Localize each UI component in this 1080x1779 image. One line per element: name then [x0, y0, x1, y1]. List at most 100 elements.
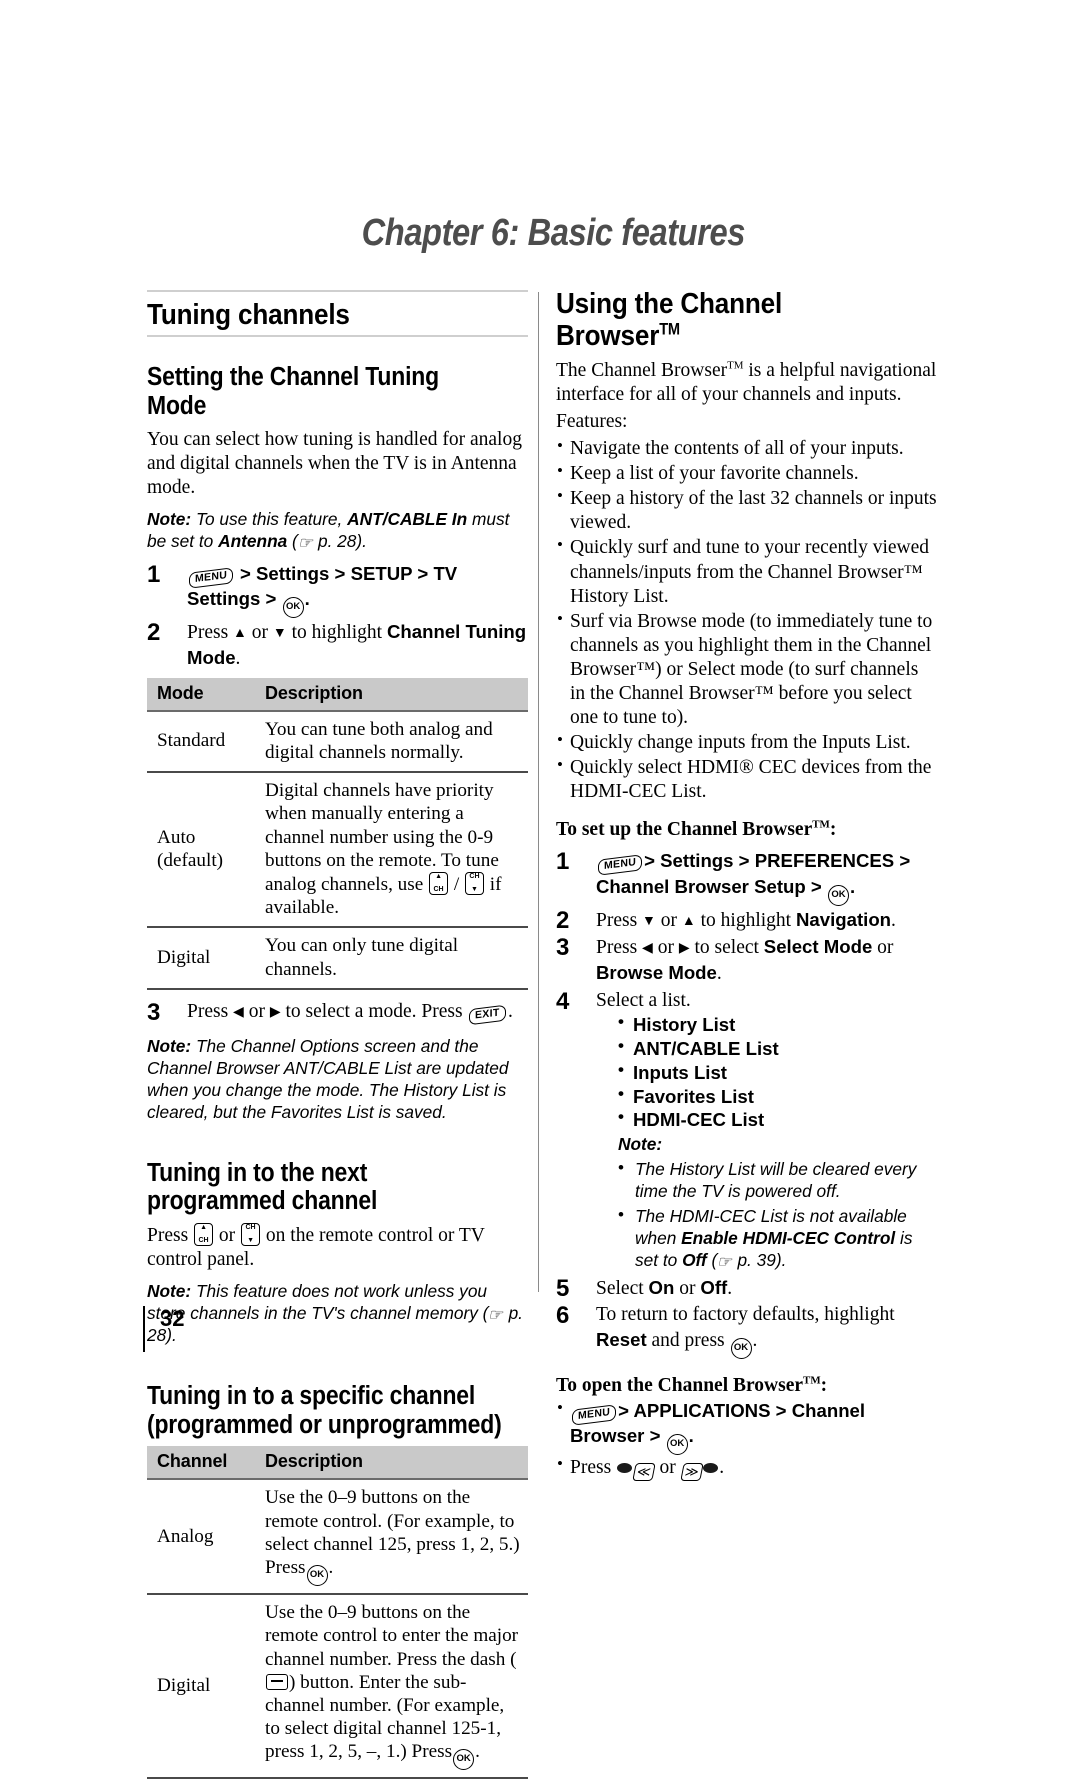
table-specific-channel: Channel Description Analog Use the 0–9 b…	[147, 1446, 528, 1779]
features-label: Features:	[556, 411, 628, 433]
steps-list-tuning-mode: 1 MENU > Settings > SETUP > TV Settings …	[147, 561, 528, 672]
list-item: HDMI-CEC List	[618, 1106, 938, 1132]
table-channel-tuning-modes: Mode Description Standard You can tune b…	[147, 677, 528, 990]
list-item: Favorites List	[618, 1083, 938, 1109]
rewind-key-icon: ≪	[632, 1463, 656, 1482]
exit-key-icon: EXIT	[469, 1004, 506, 1026]
open-browser-bullets: MENU> APPLICATIONS > Channel Browser > O…	[556, 1397, 938, 1482]
list-item: The HDMI-CEC List is not available when …	[618, 1204, 938, 1272]
step-item: 2 Press ▲ or ▼ to highlight Channel Tuni…	[147, 619, 527, 670]
channel-down-key-icon: CH ▼	[464, 871, 484, 895]
note-channel-memory: Note: This feature does not work unless …	[147, 1281, 523, 1345]
ok-key-icon: OK	[306, 1565, 328, 1587]
table-row: Standard You can tune both analog and di…	[147, 710, 528, 774]
fast-forward-key-icon: ≫	[679, 1463, 704, 1482]
label-open-channel-browser: To open the Channel BrowserTM:	[556, 1374, 828, 1396]
heading-tuning-next-programmed-channel: Tuning in to the next programmed channel	[147, 1158, 378, 1216]
intro-channel-browser: The Channel BrowserTM is a helpful navig…	[556, 359, 937, 406]
arrow-down-icon: ▼	[642, 913, 656, 929]
step-item: 1 MENU > Settings > SETUP > TV Settings …	[147, 561, 528, 619]
cell-channel: Digital	[147, 1594, 255, 1779]
list-item: Quickly change inputs from the Inputs Li…	[556, 730, 938, 755]
channel-browser-list-options: History List ANT/CABLE List Inputs List …	[618, 1011, 938, 1132]
list-item: MENU> APPLICATIONS > Channel Browser > O…	[556, 1397, 938, 1456]
ok-key-icon: OK	[453, 1749, 475, 1771]
footer: 32	[143, 1306, 184, 1352]
list-item: History List	[618, 1011, 938, 1037]
left-column: Tuning channels Setting the Channel Tuni…	[147, 290, 528, 1779]
steps-list-tuning-mode-cont: 3 Press ◀ or ▶ to select a mode. Press E…	[147, 998, 528, 1026]
list-item: Inputs List	[618, 1059, 938, 1085]
heading-setting-channel-tuning-mode: Setting the Channel Tuning Mode	[147, 363, 439, 421]
note-ant-cable: Note: To use this feature, ANT/CABLE In …	[147, 509, 510, 553]
list-item: Quickly select HDMI® CEC devices from th…	[556, 755, 938, 804]
menu-key-icon: MENU	[189, 567, 234, 589]
step-item: 6 To return to factory defaults, highlig…	[556, 1302, 938, 1359]
oval-key-icon	[703, 1463, 719, 1474]
page-title: Chapter 6: Basic features	[361, 212, 746, 254]
heading-tuning-specific-channel: Tuning in to a specific channel (program…	[147, 1381, 502, 1439]
list-item: Keep a list of your favorite channels.	[556, 461, 938, 486]
right-column: Using the Channel BrowserTM The Channel …	[556, 288, 938, 1482]
table-row: Auto (default) Digital channels have pri…	[147, 772, 528, 929]
arrow-up-icon: ▲	[233, 626, 247, 642]
arrow-right-icon: ▶	[678, 941, 690, 957]
cell-mode: Auto (default)	[147, 772, 255, 929]
table-row: Digital Use the 0–9 buttons on the remot…	[147, 1594, 528, 1779]
arrow-left-icon: ◀	[642, 941, 653, 957]
list-item: Press ≪ or ≫.	[556, 1453, 938, 1482]
step-item: 2 Press ▼ or ▲ to highlight Navigation.	[556, 906, 896, 934]
section-rule-top	[147, 290, 528, 292]
table-header-description: Description	[255, 677, 528, 712]
table-header-channel: Channel	[147, 1446, 255, 1481]
table-row: Analog Use the 0–9 buttons on the remote…	[147, 1479, 528, 1596]
heading-using-channel-browser: Using the Channel BrowserTM	[556, 288, 783, 353]
page-number: 32	[160, 1306, 185, 1331]
note-channel-options: Note: The Channel Options screen and the…	[147, 1036, 509, 1122]
ok-key-icon: OK	[827, 884, 849, 906]
cell-description: Use the 0–9 buttons on the remote contro…	[255, 1594, 528, 1779]
ok-key-icon: OK	[666, 1434, 688, 1456]
channel-up-key-icon: ▲ CH	[429, 871, 449, 895]
steps-list-setup: 1 MENU > Settings > PREFERENCES > Channel…	[556, 848, 938, 1272]
menu-key-icon: MENU	[598, 854, 643, 877]
cell-description: Digital channels have priority when manu…	[255, 772, 528, 929]
dash-key-icon	[266, 1673, 288, 1690]
cell-channel: Analog	[147, 1479, 255, 1596]
list-item: ANT/CABLE List	[618, 1035, 938, 1061]
features-list: Navigate the contents of all of your inp…	[556, 436, 938, 804]
pointing-hand-icon: ☞	[488, 1307, 504, 1325]
section-heading-tuning-channels: Tuning channels	[147, 299, 350, 331]
step-item: 3 Press ◀ or ▶ to select a mode. Press E…	[147, 998, 513, 1026]
arrow-right-icon: ▶	[269, 1004, 281, 1020]
list-item: Surf via Browse mode (to immediately tun…	[556, 609, 938, 730]
arrow-down-icon: ▼	[272, 626, 287, 642]
steps-list-setup-cont: 5 Select On or Off. 6 To return to facto…	[556, 1274, 938, 1359]
channel-down-key-icon: CH ▼	[241, 1223, 261, 1247]
cell-description: You can only tune digital channels.	[255, 927, 528, 990]
arrow-left-icon: ◀	[233, 1004, 244, 1020]
ok-key-icon: OK	[282, 597, 304, 619]
paragraph-press-ch: Press ▲ CH or CH ▼ on the remote control o…	[147, 1223, 485, 1271]
step-item: 3 Press ◀ or ▶ to select Select Mode or …	[556, 934, 894, 985]
list-item: Quickly surf and tune to your recently v…	[556, 535, 938, 608]
step-item: 1 MENU > Settings > PREFERENCES > Channel…	[556, 848, 938, 906]
cell-description: You can tune both analog and digital cha…	[255, 710, 528, 774]
list-item: Navigate the contents of all of your inp…	[556, 436, 938, 461]
table-header-row: Channel Description	[147, 1446, 528, 1481]
cell-mode: Digital	[147, 927, 255, 990]
label-setup-channel-browser: To set up the Channel BrowserTM:	[556, 818, 837, 841]
step-item: 4 Select a list. History List ANT/CABLE …	[556, 988, 938, 1272]
oval-key-icon	[617, 1463, 633, 1474]
intro-paragraph: You can select how tuning is handled for…	[147, 429, 522, 499]
arrow-up-icon: ▲	[681, 913, 696, 929]
cell-mode: Standard	[147, 710, 255, 774]
table-row: Digital You can only tune digital channe…	[147, 927, 528, 990]
ok-key-icon: OK	[730, 1337, 752, 1359]
pointing-hand-icon: ☞	[297, 535, 313, 553]
step-item: 5 Select On or Off.	[556, 1274, 733, 1302]
channel-up-key-icon: ▲ CH	[194, 1223, 214, 1247]
pointing-hand-icon: ☞	[716, 1254, 732, 1272]
notes-list: The History List will be cleared every t…	[618, 1157, 938, 1272]
list-item: The History List will be cleared every t…	[618, 1157, 938, 1203]
